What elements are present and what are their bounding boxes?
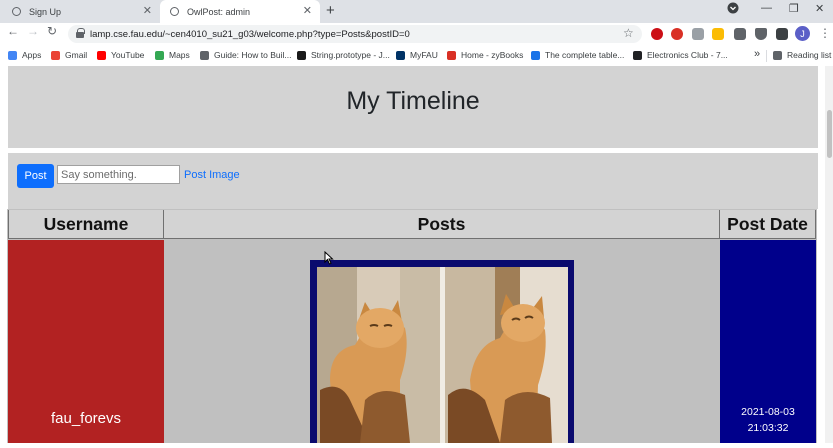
mouse-cursor <box>324 250 334 270</box>
bookmark-label: Guide: How to Buil... <box>214 50 292 60</box>
globe-icon <box>170 7 179 16</box>
username: fau_forevs <box>50 410 122 427</box>
url-text[interactable]: lamp.cse.fau.edu/~cen4010_su21_g03/welco… <box>90 29 410 40</box>
bookmark-label: String.prototype - J... <box>311 50 390 60</box>
apps-grid-icon <box>8 50 17 60</box>
guide-icon <box>200 50 209 60</box>
bookmark-item[interactable]: Gmail <box>51 50 87 60</box>
bookmark-item[interactable]: Guide: How to Buil... <box>200 50 291 60</box>
youtube-icon <box>97 50 106 60</box>
drive-extension-icon[interactable] <box>712 28 724 40</box>
shield-extension-icon[interactable] <box>755 28 767 40</box>
column-header-username: Username <box>8 210 164 239</box>
bookmark-label: The complete table... <box>545 50 625 60</box>
minimize-icon[interactable]: — <box>761 2 772 14</box>
bookmark-label: Electronics Club - 7... <box>647 50 728 60</box>
bookmark-label: YouTube <box>111 50 145 60</box>
bookmark-item[interactable]: Home - zyBooks <box>447 50 523 60</box>
tab-sign-up[interactable]: Sign Up ✕ <box>0 0 160 23</box>
bookmark-icon <box>531 50 540 60</box>
post-button[interactable]: Post <box>17 164 54 188</box>
column-header-post-date: Post Date <box>720 210 816 239</box>
more-bookmarks-icon[interactable]: » <box>754 48 760 60</box>
reading-list-label: Reading list <box>787 50 832 60</box>
zybooks-icon <box>447 50 456 60</box>
bookmark-label: Maps <box>169 50 190 60</box>
star-icon[interactable]: ☆ <box>623 26 634 40</box>
tab-owlpost[interactable]: OwlPost: admin ✕ <box>160 0 320 23</box>
divider <box>766 50 767 62</box>
opera-extension-icon[interactable] <box>651 28 663 40</box>
bookmark-item[interactable]: Apps <box>8 50 41 60</box>
reading-list-button[interactable]: Reading list <box>773 50 831 60</box>
forward-icon[interactable]: → <box>27 24 39 38</box>
post-text-input[interactable] <box>57 165 180 184</box>
bookmark-label: Gmail <box>65 50 88 60</box>
owl-icon <box>396 50 405 60</box>
bookmark-label: Home - zyBooks <box>461 50 524 60</box>
globe-icon <box>12 7 21 16</box>
mdn-icon <box>297 50 306 60</box>
reading-list-icon <box>773 50 782 60</box>
post-date-time: 21:03:32 <box>747 422 789 434</box>
tab-title: Sign Up <box>29 6 62 17</box>
gmail-icon <box>51 50 60 60</box>
post-image[interactable] <box>310 260 574 443</box>
bookmark-label: MyFAU <box>410 50 438 60</box>
bookmark-item[interactable]: The complete table... <box>531 50 624 60</box>
extension-icon[interactable] <box>692 28 704 40</box>
bookmark-item[interactable]: YouTube <box>97 50 144 60</box>
bookmark-label: Apps <box>22 50 42 60</box>
tab-title: OwlPost: admin <box>187 6 251 17</box>
adblock-extension-icon[interactable] <box>671 28 683 40</box>
puzzle-icon[interactable] <box>776 28 788 40</box>
profile-avatar[interactable]: J <box>795 26 810 41</box>
bookmark-item[interactable]: MyFAU <box>396 50 438 60</box>
bookmark-item[interactable]: String.prototype - J... <box>297 50 390 60</box>
scrollbar-thumb[interactable] <box>827 110 832 158</box>
bookmark-item[interactable]: Electronics Club - 7... <box>633 50 728 60</box>
new-tab-icon[interactable]: + <box>326 2 335 19</box>
club-icon <box>633 50 642 60</box>
reload-icon[interactable]: ↻ <box>47 24 57 38</box>
post-date-day: 2021-08-03 <box>741 406 795 418</box>
menu-icon[interactable]: ⋮ <box>819 26 831 40</box>
lock-icon-body <box>76 32 84 38</box>
post-date: 2021-08-03 21:03:32 <box>720 404 816 436</box>
close-window-icon[interactable]: ✕ <box>815 2 824 15</box>
bookmark-item[interactable]: Maps <box>155 50 190 60</box>
post-image-link[interactable]: Post Image <box>184 169 240 181</box>
close-tab-icon[interactable]: ✕ <box>143 4 152 17</box>
tab-search-icon[interactable] <box>727 2 739 17</box>
column-header-posts: Posts <box>164 210 720 239</box>
extension-icon[interactable] <box>734 28 746 40</box>
back-icon[interactable]: ← <box>7 24 19 38</box>
restore-icon[interactable]: ❐ <box>789 2 799 15</box>
close-tab-icon[interactable]: ✕ <box>303 4 312 17</box>
maps-icon <box>155 50 164 60</box>
page-title: My Timeline <box>346 87 480 115</box>
